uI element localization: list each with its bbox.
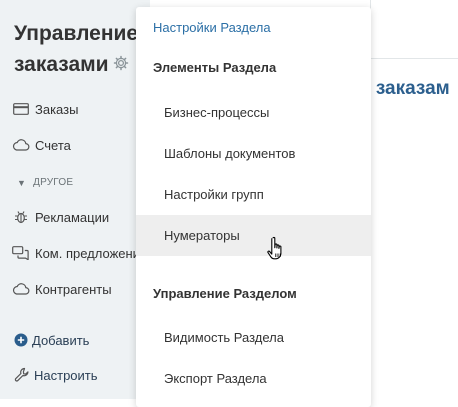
sidebar-item-orders[interactable]: Заказы — [12, 99, 78, 119]
sidebar-item-label: Контрагенты — [35, 281, 112, 297]
configure-button[interactable]: Настроить — [14, 365, 98, 385]
sidebar-item-contractors[interactable]: Контрагенты — [12, 279, 112, 299]
menu-group-management: Управление Разделом — [153, 286, 297, 301]
menu-item-business-processes[interactable]: Бизнес-процессы — [136, 92, 371, 133]
menu-item-group-settings[interactable]: Настройки групп — [136, 174, 371, 215]
sidebar-item-label: Рекламации — [35, 209, 110, 225]
card-icon — [12, 102, 30, 116]
add-button-label: Добавить — [32, 332, 90, 348]
cloud-icon — [12, 282, 30, 296]
sidebar-item-proposals[interactable]: Ком. предложения — [12, 243, 147, 263]
menu-item-numerators[interactable]: Нумераторы — [136, 215, 371, 256]
chat-icon — [12, 246, 30, 260]
menu-header[interactable]: Настройки Раздела — [153, 20, 271, 35]
sidebar-item-invoices[interactable]: Счета — [12, 135, 71, 155]
content-heading: е заказам — [360, 78, 450, 99]
menu-item-section-visibility[interactable]: Видимость Раздела — [136, 317, 371, 358]
menu-item-document-templates[interactable]: Шаблоны документов — [136, 133, 371, 174]
menu-group-elements: Элементы Раздела — [153, 60, 277, 75]
add-button[interactable]: Добавить — [14, 330, 89, 350]
cloud-icon — [12, 138, 30, 152]
gear-icon[interactable] — [113, 55, 129, 71]
wrench-icon — [14, 367, 30, 383]
content-toolbar — [370, 0, 458, 59]
configure-button-label: Настроить — [34, 367, 98, 383]
title-line-1: Управление — [14, 22, 139, 45]
section-other[interactable]: ▼ ДРУГОЕ — [17, 177, 73, 188]
sidebar: Управление заказами Заказы Счета ▼ ДРУГО… — [0, 0, 150, 399]
hand-pointer-icon — [267, 236, 282, 260]
triangle-down-icon: ▼ — [17, 177, 27, 188]
section-other-label: ДРУГОЕ — [33, 177, 74, 188]
bug-icon — [12, 210, 30, 224]
sidebar-item-label: Ком. предложения — [35, 245, 147, 261]
sidebar-item-complaints[interactable]: Рекламации — [12, 207, 109, 227]
title-line-2: заказами — [14, 53, 109, 76]
page-title: Управление заказами — [14, 18, 154, 80]
plus-circle-icon — [14, 333, 28, 347]
menu-item-section-export[interactable]: Экспорт Раздела — [136, 358, 371, 399]
sidebar-item-label: Счета — [35, 137, 71, 153]
section-settings-menu: Настройки Раздела Элементы Раздела Бизне… — [136, 7, 371, 407]
sidebar-item-label: Заказы — [35, 101, 79, 117]
